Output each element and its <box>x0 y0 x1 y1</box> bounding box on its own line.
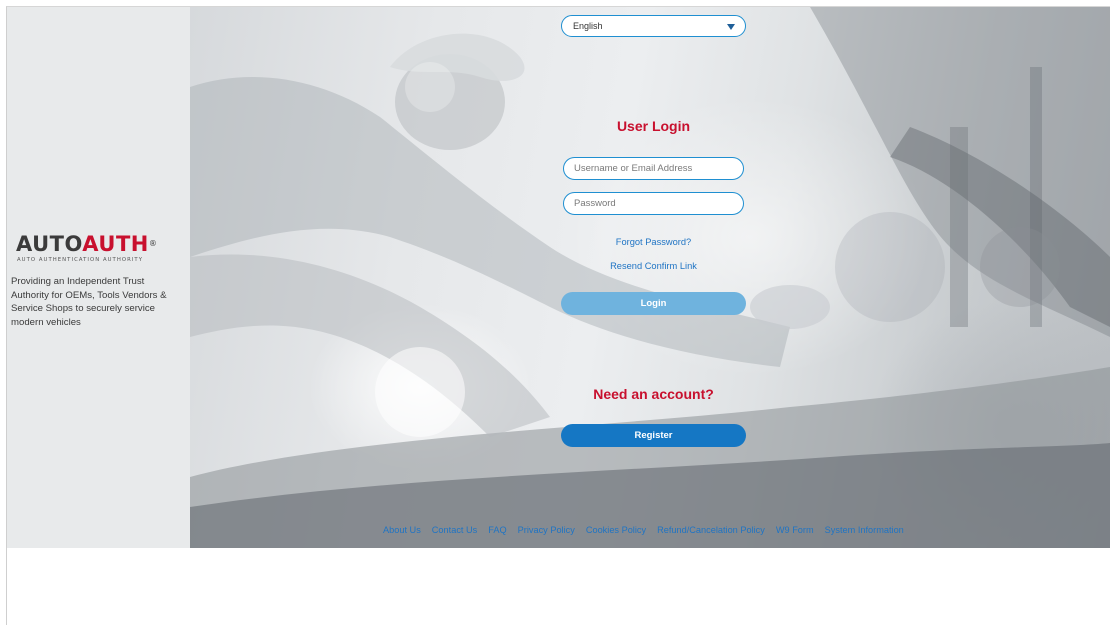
language-select[interactable]: English <box>561 15 746 37</box>
footer-link-system-information[interactable]: System Information <box>825 525 904 535</box>
logo-text-auth: AUTH <box>82 232 149 256</box>
tagline: Providing an Independent Trust Authority… <box>11 276 167 328</box>
footer-link-faq[interactable]: FAQ <box>488 525 506 535</box>
footer-link-contact-us[interactable]: Contact Us <box>432 525 477 535</box>
user-login-title: User Login <box>616 118 691 134</box>
sidebar: AUTOAUTH® AUTO AUTHENTICATION AUTHORITY … <box>7 7 190 548</box>
username-input[interactable] <box>563 157 744 180</box>
register-button[interactable]: Register <box>561 424 746 447</box>
forgot-password-link[interactable]: Forgot Password? <box>561 237 746 247</box>
footer-link-privacy-policy[interactable]: Privacy Policy <box>518 525 575 535</box>
mechanic-illustration <box>190 7 1110 548</box>
footer-link-cookies-policy[interactable]: Cookies Policy <box>586 525 646 535</box>
autoauth-logo: AUTOAUTH® AUTO AUTHENTICATION AUTHORITY <box>16 233 186 267</box>
footer-link-w9-form[interactable]: W9 Form <box>776 525 814 535</box>
logo-text-auto: AUTO <box>16 232 83 256</box>
password-input[interactable] <box>563 192 744 215</box>
login-button[interactable]: Login <box>561 292 746 315</box>
footer-links: About Us Contact Us FAQ Privacy Policy Cooki… <box>383 525 915 535</box>
hero-background-image <box>190 7 1110 548</box>
logo-wordmark: AUTOAUTH® <box>16 233 157 255</box>
resend-confirm-link[interactable]: Resend Confirm Link <box>561 261 746 271</box>
logo-subtitle: AUTO AUTHENTICATION AUTHORITY <box>17 257 143 263</box>
language-selected-value: English <box>573 21 603 31</box>
registered-mark: ® <box>148 239 158 248</box>
need-account-heading: Need an account? <box>593 386 714 402</box>
chevron-down-icon <box>727 24 735 30</box>
footer-link-refund-policy[interactable]: Refund/Cancelation Policy <box>657 525 765 535</box>
footer-link-about-us[interactable]: About Us <box>383 525 421 535</box>
